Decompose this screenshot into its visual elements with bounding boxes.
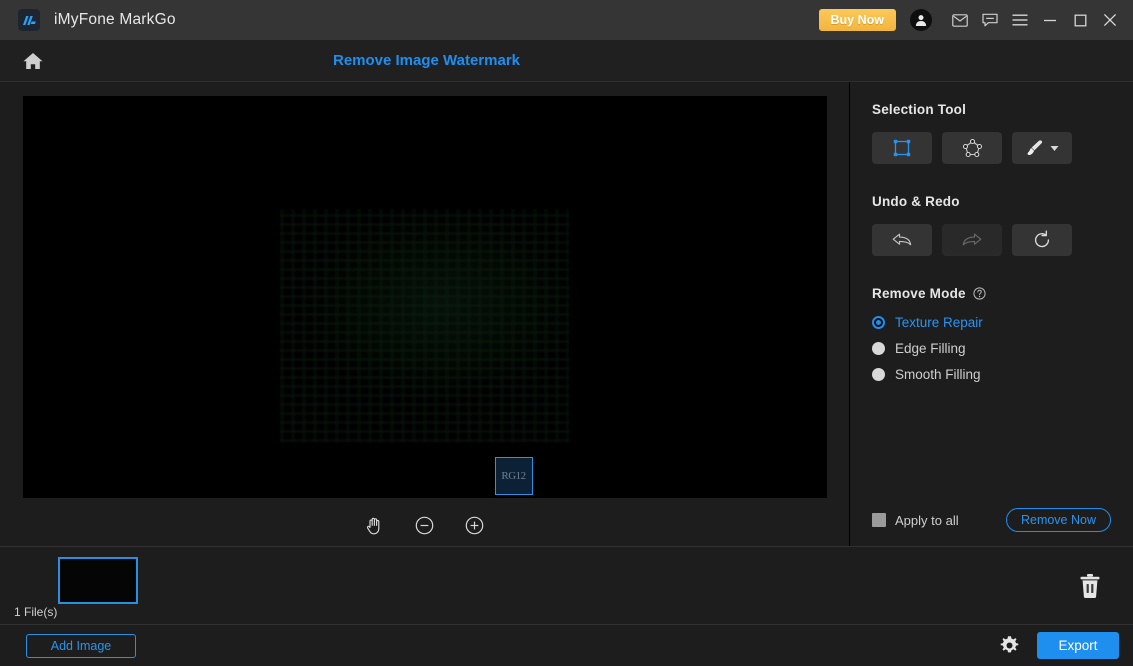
page-title: Remove Image Watermark (332, 52, 521, 69)
feedback-icon[interactable] (975, 3, 1005, 37)
rectangle-select-tool[interactable] (872, 132, 932, 164)
remove-mode-option-smooth-filling[interactable]: Smooth Filling (872, 367, 1111, 382)
radio-indicator (872, 316, 885, 329)
window-controls: Buy Now (818, 0, 1125, 40)
close-icon[interactable] (1095, 3, 1125, 37)
markgo-logo-icon (18, 9, 40, 31)
radio-indicator (872, 342, 885, 355)
footer-actions: Export (997, 632, 1119, 659)
apply-to-all-checkbox[interactable]: Apply to all (872, 513, 959, 528)
watermark-text: RG12 (501, 470, 526, 482)
remove-mode-heading: Remove Mode (872, 286, 1111, 301)
mail-icon[interactable] (945, 3, 975, 37)
help-circle-icon[interactable] (973, 287, 986, 300)
maximize-icon[interactable] (1065, 3, 1095, 37)
remove-mode-option-texture-repair[interactable]: Texture Repair (872, 315, 1111, 330)
sub-header: Remove Image Watermark (0, 40, 1133, 82)
markgo-app-window: iMyFone MarkGo Buy Now Remove Image Wate… (0, 0, 1133, 666)
buy-now-button[interactable]: Buy Now (818, 9, 896, 31)
app-title: iMyFone MarkGo (54, 11, 176, 28)
selection-tool-heading: Selection Tool (872, 102, 967, 117)
add-image-button[interactable]: Add Image (26, 633, 136, 658)
remove-now-button[interactable]: Remove Now (1005, 508, 1111, 532)
editor-area: RG12 (0, 82, 850, 546)
canvas-image-detail (279, 208, 570, 442)
minus-circle-icon[interactable] (410, 510, 440, 540)
panel-bottom-bar: Apply to all Remove Now (872, 508, 1111, 546)
trash-icon[interactable] (1075, 571, 1105, 601)
radio-indicator (872, 368, 885, 381)
canvas-tool-bar (360, 510, 490, 540)
remove-mode-options: Texture Repair Edge Filling Smooth Filli… (872, 315, 1111, 382)
footer-bar: Add Image Export (0, 624, 1133, 666)
apply-to-all-label: Apply to all (895, 512, 959, 528)
hand-icon[interactable] (360, 510, 390, 540)
file-thumbnail-strip: 1 File(s) (0, 546, 1133, 624)
remove-mode-option-edge-filling[interactable]: Edge Filling (872, 341, 1111, 356)
redo-button[interactable] (942, 224, 1002, 256)
export-button[interactable]: Export (1037, 632, 1119, 659)
selection-tool-row (872, 132, 1111, 164)
checkbox-indicator (872, 513, 886, 527)
option-label: Smooth Filling (895, 367, 981, 382)
reset-button[interactable] (1012, 224, 1072, 256)
brush-icon (1027, 140, 1042, 156)
undo-button[interactable] (872, 224, 932, 256)
option-label: Edge Filling (895, 341, 966, 356)
polygon-select-tool[interactable] (942, 132, 1002, 164)
right-panel: Selection Tool Undo & Redo Remove Mode T… (850, 82, 1133, 546)
plus-circle-icon[interactable] (460, 510, 490, 540)
file-count-label: 1 File(s) (14, 605, 58, 619)
brush-select-tool[interactable] (1012, 132, 1072, 164)
undo-redo-heading: Undo & Redo (872, 194, 960, 209)
gear-icon[interactable] (997, 634, 1021, 658)
watermark-selection-box[interactable]: RG12 (494, 457, 533, 495)
remove-mode-title: Remove Mode (872, 286, 966, 301)
chevron-down-icon (1050, 145, 1058, 151)
file-thumbnail[interactable] (58, 557, 138, 604)
option-label: Texture Repair (895, 315, 983, 330)
image-canvas[interactable]: RG12 (22, 96, 827, 498)
hamburger-menu-icon[interactable] (1005, 3, 1035, 37)
main-body: RG12 Selection Tool Undo & Redo Remove M… (0, 82, 1133, 546)
remove-mode-section: Remove Mode Texture Repair Edge Filling … (872, 286, 1111, 382)
home-icon[interactable] (20, 48, 46, 74)
title-bar: iMyFone MarkGo Buy Now (0, 0, 1133, 40)
undo-redo-row (872, 224, 1111, 256)
account-avatar-icon[interactable] (910, 9, 932, 31)
minimize-icon[interactable] (1035, 3, 1065, 37)
